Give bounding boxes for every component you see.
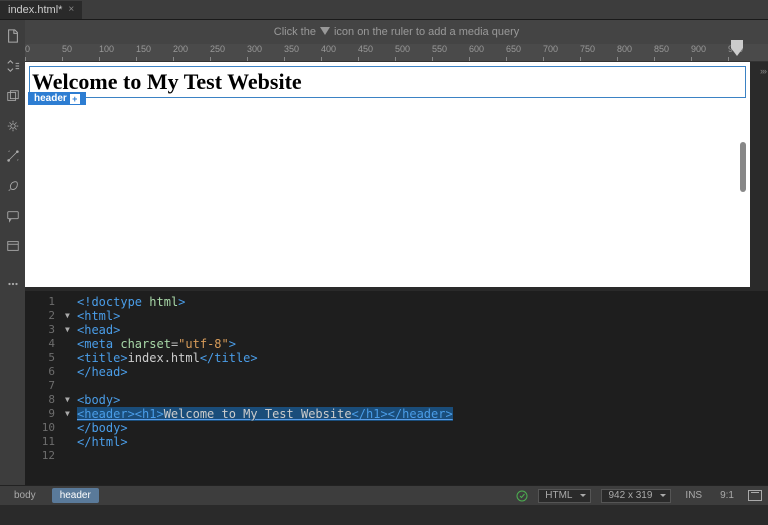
ruler-tick: 850 — [654, 44, 669, 54]
ruler-tick: 750 — [580, 44, 595, 54]
code-line[interactable]: 1 <!doctype html> — [25, 295, 768, 309]
breadcrumb-header[interactable]: header — [52, 488, 99, 503]
ruler-tick: 350 — [284, 44, 299, 54]
code-content[interactable]: <body> — [77, 393, 120, 407]
line-number: 9 — [25, 407, 65, 421]
ruler-tick: 0 — [25, 44, 30, 54]
ruler-tick: 600 — [469, 44, 484, 54]
ruler-tick: 300 — [247, 44, 262, 54]
insert-mode[interactable]: INS — [681, 489, 706, 502]
code-content[interactable]: <header><h1>Welcome to My Test Website</… — [77, 407, 453, 421]
code-editor[interactable]: 1<!doctype html>2▼<html>3▼<head>4<meta c… — [25, 291, 768, 485]
dimensions-select[interactable]: 942 x 319 — [601, 489, 671, 503]
ruler-tick: 800 — [617, 44, 632, 54]
comment-tool-icon[interactable] — [5, 208, 21, 224]
selected-header-element[interactable]: Welcome to My Test Website — [29, 66, 746, 98]
line-number: 8 — [25, 393, 65, 407]
viewport-marker-icon[interactable] — [731, 40, 743, 59]
code-line[interactable]: 5 <title>index.html</title> — [25, 351, 768, 365]
panel-tool-icon[interactable] — [5, 238, 21, 254]
code-content[interactable]: <!doctype html> — [77, 295, 185, 309]
ruler[interactable]: 0 50 100 150 200 250 300 350 400 450 500 550 600 650 7… — [25, 44, 768, 62]
line-number: 5 — [25, 351, 65, 365]
hint-text-post: icon on the ruler to add a media query — [334, 26, 519, 38]
status-ok-icon[interactable] — [516, 490, 528, 502]
language-select[interactable]: HTML — [538, 489, 591, 503]
element-badge[interactable]: header + — [28, 92, 86, 105]
live-preview[interactable]: Welcome to My Test Website header + — [25, 62, 750, 287]
overflow-arrows-icon: ››› — [760, 66, 766, 76]
line-number: 10 — [25, 421, 65, 435]
hint-text-pre: Click the — [274, 26, 316, 38]
code-content[interactable]: <head> — [77, 323, 120, 337]
ruler-tick: 100 — [99, 44, 114, 54]
gear-tool-icon[interactable] — [5, 118, 21, 134]
line-tool-icon[interactable] — [5, 148, 21, 164]
fold-toggle-icon[interactable]: ▼ — [65, 323, 77, 337]
code-line[interactable]: 10 </body> — [25, 421, 768, 435]
ruler-tick: 250 — [210, 44, 225, 54]
code-line[interactable]: 3▼<head> — [25, 323, 768, 337]
tab-label: index.html* — [8, 4, 62, 16]
rendered-heading: Welcome to My Test Website — [32, 69, 743, 95]
split-tool-icon[interactable] — [5, 58, 21, 74]
more-tool-icon[interactable] — [5, 276, 21, 292]
code-content[interactable]: </body> — [77, 421, 128, 435]
line-number: 3 — [25, 323, 65, 337]
code-content[interactable]: <meta charset="utf-8"> — [77, 337, 236, 351]
code-line[interactable]: 12 — [25, 449, 768, 463]
overlay-tool-icon[interactable] — [5, 88, 21, 104]
breadcrumb: body header — [6, 488, 99, 503]
fold-toggle-icon[interactable]: ▼ — [65, 309, 77, 323]
brush-tool-icon[interactable] — [5, 178, 21, 194]
status-bar: body header HTML 942 x 319 INS 9:1 — [0, 485, 768, 505]
cursor-position: 9:1 — [716, 489, 738, 502]
tab-bar: index.html* × — [0, 0, 768, 20]
badge-label: header — [34, 93, 67, 104]
media-query-icon — [320, 27, 330, 37]
line-number: 4 — [25, 337, 65, 351]
file-tab[interactable]: index.html* × — [0, 1, 82, 19]
code-line[interactable]: 11 </html> — [25, 435, 768, 449]
ruler-hint: Click the icon on the ruler to add a med… — [25, 20, 768, 44]
code-line[interactable]: 8▼<body> — [25, 393, 768, 407]
code-content[interactable]: </html> — [77, 435, 128, 449]
ruler-tick: 450 — [358, 44, 373, 54]
code-line[interactable]: 6 </head> — [25, 365, 768, 379]
ruler-tick: 550 — [432, 44, 447, 54]
line-number: 6 — [25, 365, 65, 379]
ruler-tick: 650 — [506, 44, 521, 54]
code-line[interactable]: 7 — [25, 379, 768, 393]
file-tool-icon[interactable] — [5, 28, 21, 44]
ruler-tick: 700 — [543, 44, 558, 54]
left-toolbar — [0, 20, 25, 485]
ruler-tick: 150 — [136, 44, 151, 54]
breadcrumb-body[interactable]: body — [6, 488, 44, 503]
code-line[interactable]: 2▼<html> — [25, 309, 768, 323]
line-number: 7 — [25, 379, 65, 393]
code-content[interactable]: <html> — [77, 309, 120, 323]
line-number: 12 — [25, 449, 65, 463]
line-number: 2 — [25, 309, 65, 323]
ruler-tick: 200 — [173, 44, 188, 54]
ruler-tick: 500 — [395, 44, 410, 54]
close-icon[interactable]: × — [68, 4, 74, 15]
ruler-tick: 50 — [62, 44, 72, 54]
code-line[interactable]: 9▼<header><h1>Welcome to My Test Website… — [25, 407, 768, 421]
preview-scrollbar[interactable] — [740, 142, 746, 192]
ruler-tick: 900 — [691, 44, 706, 54]
add-element-icon[interactable]: + — [70, 94, 80, 104]
window-icon[interactable] — [748, 490, 762, 501]
ruler-tick: 400 — [321, 44, 336, 54]
fold-toggle-icon[interactable]: ▼ — [65, 393, 77, 407]
line-number: 11 — [25, 435, 65, 449]
line-number: 1 — [25, 295, 65, 309]
code-content[interactable]: </head> — [77, 365, 128, 379]
fold-toggle-icon[interactable]: ▼ — [65, 407, 77, 421]
code-line[interactable]: 4 <meta charset="utf-8"> — [25, 337, 768, 351]
code-content[interactable]: <title>index.html</title> — [77, 351, 258, 365]
